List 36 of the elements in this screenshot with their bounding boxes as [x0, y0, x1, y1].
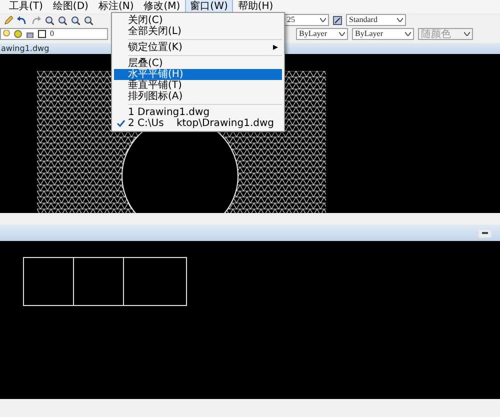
sun-icon [14, 30, 22, 38]
menu-item[interactable]: 排列图标(A) [114, 91, 282, 102]
menu-item[interactable]: 1 Drawing1.dwg [114, 107, 282, 118]
caret-icon [339, 32, 345, 36]
bulb-icon [3, 30, 10, 38]
style-icon[interactable] [333, 16, 342, 24]
menu-item[interactable]: 修改(M) [138, 0, 186, 14]
layer-dropdown[interactable]: 0 [0, 28, 108, 40]
pencil-icon[interactable] [4, 16, 13, 24]
dropdown-field[interactable]: ByLayer [296, 28, 348, 40]
menu-item[interactable]: 标注(N) [93, 0, 139, 14]
caret-icon [397, 18, 403, 22]
caret-icon [405, 32, 411, 36]
zoom-icon[interactable] [71, 16, 80, 24]
undo-icon[interactable] [17, 16, 27, 24]
menu-item[interactable]: 绘图(D) [48, 0, 94, 14]
dropdown-field[interactable]: Standard [346, 14, 406, 26]
minimize-icon [482, 232, 488, 234]
caret-icon [464, 32, 470, 36]
menu-item[interactable]: 层叠(C) [114, 58, 282, 69]
menu-item[interactable]: 工具(T) [4, 0, 48, 14]
menu-item[interactable]: 水平平铺(H) [114, 69, 282, 80]
caret-icon [320, 18, 326, 22]
minimize-button[interactable] [478, 228, 492, 238]
menu-item[interactable]: 锁定位置(K) ▸ [114, 42, 282, 53]
zoom-icon[interactable] [84, 16, 93, 24]
menu-item[interactable]: 帮助(H) [232, 0, 278, 14]
menu-item[interactable]: 全部关闭(L) [114, 26, 282, 37]
color-swatch-icon [38, 30, 46, 38]
checkmark-icon [117, 120, 125, 127]
zoom-icon[interactable] [58, 16, 67, 24]
menu-item[interactable]: 关闭(C) [114, 15, 282, 26]
menu-item[interactable]: 垂直平铺(T) [114, 80, 282, 91]
menu-item[interactable]: 2 C:\Us ktop\Drawing1.dwg [114, 118, 282, 129]
dropdown-field[interactable]: ByLayer [352, 28, 414, 40]
dropdown-field[interactable]: 25 [284, 14, 329, 26]
